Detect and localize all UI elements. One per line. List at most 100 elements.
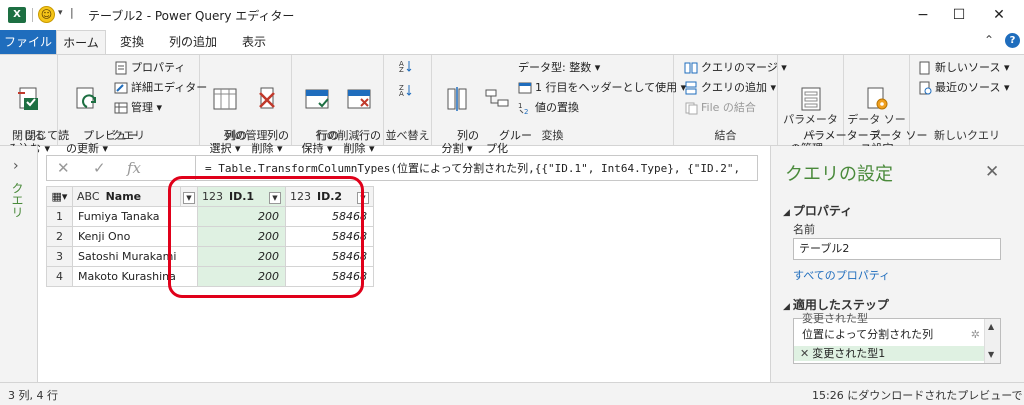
new-source-icon — [919, 61, 930, 75]
row-number[interactable]: 4 — [46, 266, 73, 287]
merge-queries-button[interactable]: クエリのマージ ▾ — [684, 59, 787, 77]
advanced-editor-icon — [114, 82, 128, 94]
tab-home[interactable]: ホーム — [56, 30, 106, 54]
remove-columns-button[interactable]: 列の 削除 ▾ — [246, 59, 289, 168]
all-properties-link[interactable]: すべてのプロパティ — [793, 267, 890, 283]
keep-rows-button[interactable]: 行の 保持 ▾ — [296, 59, 339, 168]
text-type-icon[interactable]: ABC — [77, 190, 100, 203]
row-number[interactable]: 1 — [46, 206, 73, 227]
quick-access-dropdown-icon[interactable]: ▾ — [58, 8, 63, 18]
properties-icon — [115, 61, 127, 75]
quick-access-more-icon[interactable]: | — [70, 6, 74, 19]
datatype-dropdown[interactable]: データ型: 整数 ▾ — [518, 59, 600, 77]
tab-view[interactable]: 表示 — [232, 30, 276, 54]
query-settings-pane: クエリの設定 ✕ ◢ プロパティ 名前 テーブル2 すべてのプロパティ ◢ 適用した… — [770, 146, 1024, 382]
remove-rows-button[interactable]: 行の 削除 ▾ — [338, 59, 381, 168]
table-menu-icon[interactable]: ▦▾ — [46, 186, 73, 207]
group-manage-columns-label: 列の管理 — [223, 129, 268, 142]
delete-step-icon[interactable]: ✕ — [800, 347, 809, 360]
manage-button[interactable]: 管理 ▾ — [114, 99, 162, 117]
refresh-preview-button[interactable]: プレビュー の更新 ▾ — [62, 59, 138, 168]
cancel-formula-icon[interactable]: ✕ — [57, 159, 70, 177]
query-name-input[interactable]: テーブル2 — [793, 238, 1001, 260]
replace-values-label: 値の置換 — [535, 101, 579, 114]
use-first-row-header-button[interactable]: 1 行目をヘッダーとして使用 ▾ — [518, 79, 686, 97]
split-column-button[interactable]: 列の 分割 ▾ — [436, 59, 479, 168]
maximize-button[interactable]: ☐ — [944, 4, 974, 26]
new-source-button[interactable]: 新しいソース ▾ — [918, 59, 1009, 77]
scroll-up-icon[interactable]: ▲ — [988, 322, 994, 331]
advanced-editor-button[interactable]: 詳細エディター — [114, 79, 207, 97]
collapse-triangle-icon: ◢ — [783, 302, 790, 312]
header-row-icon — [518, 82, 532, 94]
expand-queries-icon[interactable]: › — [13, 158, 19, 174]
svg-text:1: 1 — [518, 102, 522, 110]
manage-label: 管理 ▾ — [131, 101, 163, 114]
row-number[interactable]: 3 — [46, 246, 73, 267]
combine-files-button[interactable]: File の結合 — [684, 99, 756, 117]
replace-values-button[interactable]: 1 2 値の置換 — [518, 99, 579, 117]
split-column-icon — [447, 87, 467, 111]
merge-queries-icon — [684, 62, 698, 74]
close-button[interactable]: ✕ — [984, 4, 1014, 26]
properties-button[interactable]: プロパティ — [114, 59, 185, 77]
close-load-icon — [18, 87, 38, 110]
sort-descending-button[interactable]: ZA — [398, 83, 415, 97]
combine-files-icon — [685, 102, 698, 115]
group-manage-columns: 列の 選択 ▾ 列の 削除 ▾ 列の管理 — [200, 55, 292, 155]
title-bar: X ☺ ▾ | テーブル2 - Power Query エディター − ☐ ✕ — [0, 0, 1024, 30]
group-transform-label: 変換 — [541, 129, 564, 142]
group-by-button[interactable]: グルー プ化 — [478, 59, 532, 168]
advanced-editor-label: 詳細エディター — [131, 81, 208, 94]
step-item[interactable]: 位置によって分割された列 ✲ — [794, 327, 984, 342]
excel-icon: X — [8, 7, 26, 23]
scroll-down-icon[interactable]: ▼ — [988, 350, 994, 359]
queries-pane-label[interactable]: クエリ — [10, 182, 26, 218]
tab-add-column[interactable]: 列の追加 — [160, 30, 226, 54]
combine-files-label: File の結合 — [701, 101, 756, 114]
choose-columns-button[interactable]: 列の 選択 ▾ — [204, 59, 247, 168]
step-settings-gear-icon[interactable]: ✲ — [971, 327, 980, 342]
remove-rows-icon — [347, 89, 371, 109]
group-data-source-label: データ ソース — [847, 113, 906, 142]
column-header-name[interactable]: ABC Name — [72, 186, 181, 207]
collapse-ribbon-icon[interactable]: ⌃ — [984, 33, 994, 47]
svg-text:Z: Z — [399, 66, 404, 73]
group-close: 閉じて読 み込む ▾ 閉じる — [0, 55, 69, 155]
properties-label: プロパティ — [131, 61, 186, 74]
group-parameters-label: パラメーター — [783, 113, 838, 142]
applied-steps-list: 変更された型 位置によって分割された列 ✲ ✕ 変更された型1 ▲ ▼ — [793, 312, 1001, 364]
step-item-selected[interactable]: ✕ 変更された型1 — [794, 346, 984, 361]
recent-sources-button[interactable]: 最近のソース ▾ — [918, 79, 1009, 97]
help-icon[interactable]: ? — [1005, 33, 1020, 48]
window-title: テーブル2 - Power Query エディター — [88, 9, 295, 23]
steps-scrollbar[interactable]: ▲ ▼ — [984, 319, 1000, 363]
applied-steps-label: 適用したステップ — [792, 298, 889, 312]
row-number[interactable]: 2 — [46, 226, 73, 247]
formula-input[interactable]: = Table.TransformColumnTypes(位置によって分割された… — [205, 160, 753, 176]
group-new-query-label: 新しいクエリ — [934, 129, 1000, 142]
minimize-button[interactable]: − — [908, 4, 938, 26]
step-item[interactable]: 変更された型 — [794, 311, 984, 326]
queries-pane-collapsed: › クエリ — [0, 146, 38, 382]
use-first-row-header-label: 1 行目をヘッダーとして使用 ▾ — [535, 81, 687, 94]
fx-icon[interactable]: fx — [127, 159, 141, 177]
manage-icon — [114, 102, 128, 114]
close-settings-icon[interactable]: ✕ — [985, 162, 999, 182]
append-queries-button[interactable]: クエリの追加 ▾ — [684, 79, 776, 97]
group-query: プレビュー の更新 ▾ プロパティ 詳細エディター 管理 ▾ クエリ — [58, 55, 207, 155]
group-transform: 列の 分割 ▾ グルー プ化 データ型: 整数 ▾ 1 行目をヘッダーとして使用… — [432, 55, 686, 155]
commit-formula-icon[interactable]: ✓ — [93, 159, 106, 177]
tab-transform[interactable]: 変換 — [110, 30, 154, 54]
properties-section-label: プロパティ — [792, 204, 853, 218]
group-close-label: 閉じる — [12, 129, 45, 142]
svg-text:A: A — [399, 90, 404, 97]
smiley-feedback-icon[interactable]: ☺ — [38, 6, 55, 23]
tab-file[interactable]: ファイル — [0, 30, 56, 54]
properties-section-header[interactable]: ◢ プロパティ — [783, 202, 852, 219]
group-sort: AZ ZA 並べ替え — [384, 55, 432, 145]
recent-sources-icon — [919, 81, 932, 95]
sort-ascending-icon: AZ — [399, 60, 412, 73]
group-data-source: データ ソー ス設定 データ ソース — [844, 55, 927, 155]
sort-ascending-button[interactable]: AZ — [398, 59, 415, 73]
